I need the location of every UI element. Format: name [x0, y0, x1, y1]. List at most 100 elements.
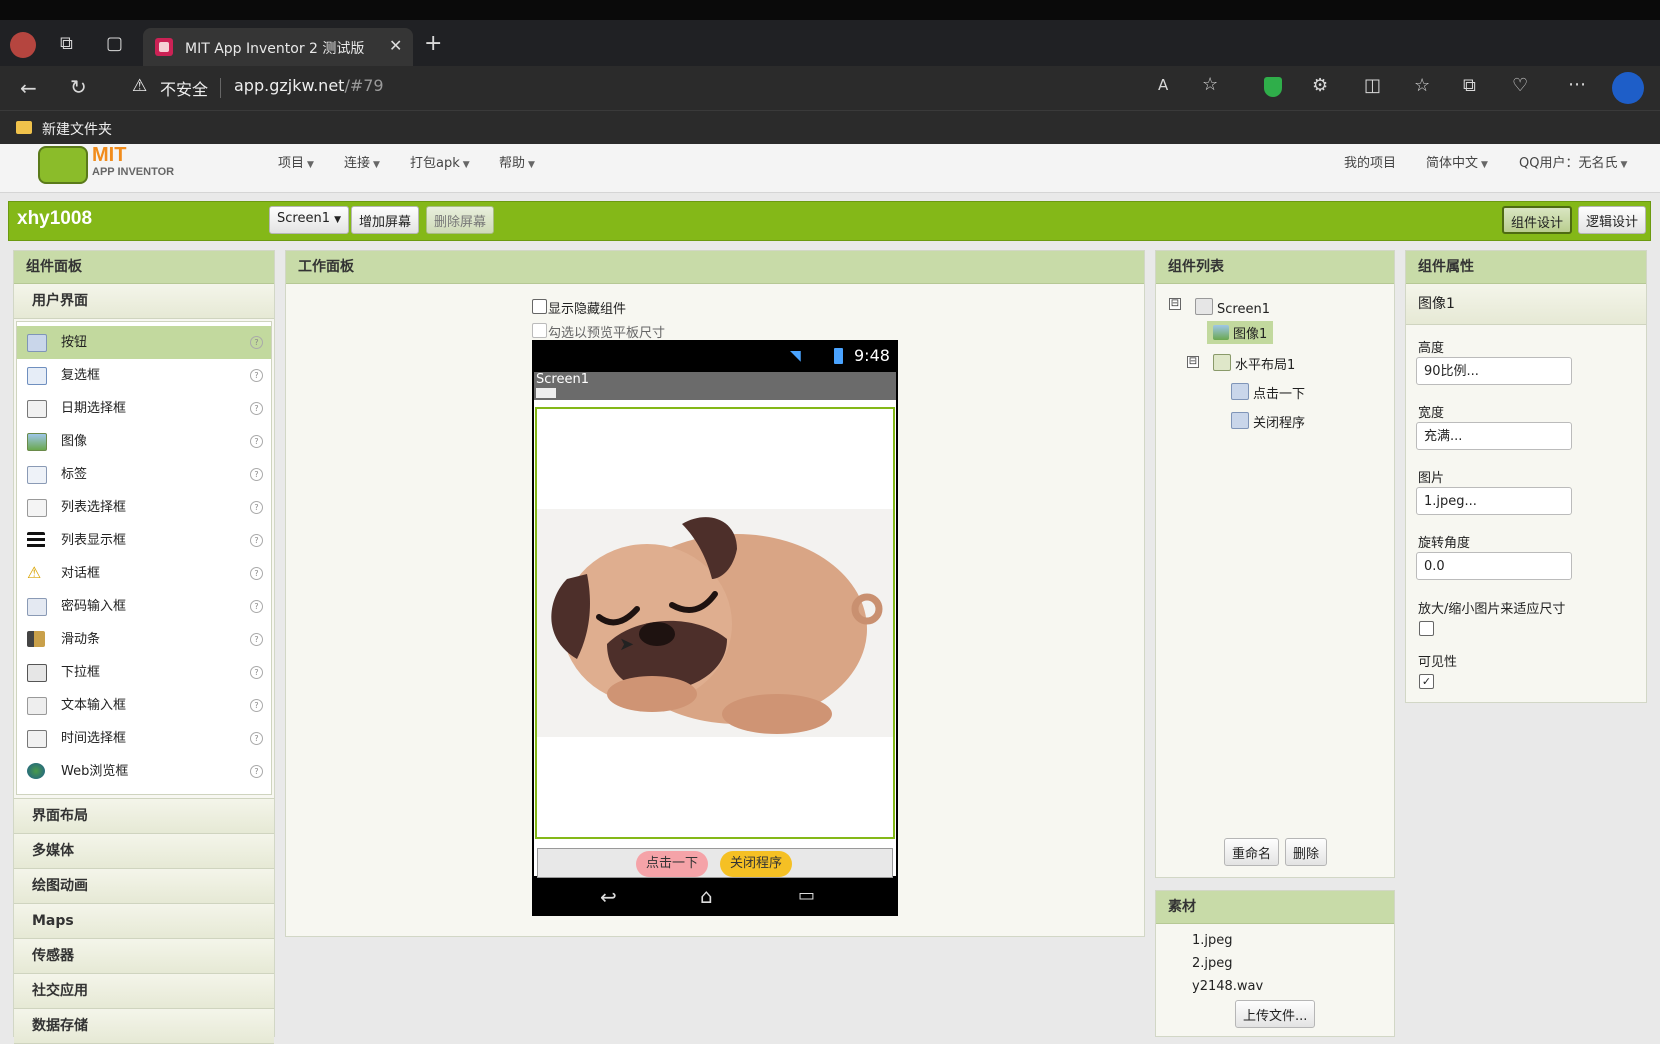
tree-screen1[interactable]: Screen1	[1195, 298, 1270, 317]
more-icon[interactable]: ⋯	[1568, 76, 1586, 94]
help-icon[interactable]: ?	[250, 567, 263, 580]
upload-file-button[interactable]: 上传文件...	[1235, 1000, 1316, 1028]
help-icon[interactable]: ?	[250, 468, 263, 481]
palette-item-passwordtextbox[interactable]: 密码输入框 ?	[17, 590, 271, 623]
palette-item-button[interactable]: 按钮 ?	[17, 326, 271, 359]
collapse-layout-icon[interactable]: ⊟	[1187, 356, 1199, 368]
help-icon[interactable]: ?	[250, 501, 263, 514]
help-icon[interactable]: ?	[250, 633, 263, 646]
help-icon[interactable]: ?	[250, 336, 263, 349]
close-tab-icon[interactable]: ✕	[389, 36, 402, 55]
palette-item-label: 对话框	[61, 566, 101, 581]
palette-item-label: 密码输入框	[61, 599, 127, 614]
help-icon[interactable]: ?	[250, 732, 263, 745]
refresh-icon[interactable]: ↻	[70, 77, 87, 97]
read-aloud-icon[interactable]: A	[1158, 78, 1168, 93]
palette-item-label: 滑动条	[61, 632, 101, 647]
section-user-interface[interactable]: 用户界面	[14, 284, 274, 319]
extensions-icon[interactable]: ⚙	[1312, 77, 1328, 95]
tree-button1[interactable]: 点击一下	[1231, 383, 1305, 402]
collapse-screen1-icon[interactable]: ⊟	[1169, 298, 1181, 310]
height-input[interactable]: 90比例...	[1416, 357, 1572, 385]
help-icon[interactable]: ?	[250, 402, 263, 415]
new-tab-icon[interactable]: +	[424, 33, 442, 55]
help-icon[interactable]: ?	[250, 699, 263, 712]
palette-item-listpicker[interactable]: 列表选择框 ?	[17, 491, 271, 524]
blocks-button[interactable]: 逻辑设计	[1578, 206, 1647, 234]
help-icon[interactable]: ?	[250, 369, 263, 382]
visible-checkbox[interactable]: ✓	[1419, 674, 1434, 689]
palette-item-slider[interactable]: 滑动条 ?	[17, 623, 271, 656]
back-icon[interactable]: ←	[20, 78, 37, 98]
palette-item-datepicker[interactable]: 日期选择框 ?	[17, 392, 271, 425]
section-maps[interactable]: Maps	[14, 904, 274, 939]
click-button[interactable]: 点击一下	[636, 851, 709, 877]
language-menu[interactable]: 简体中文 ▼	[1426, 152, 1488, 171]
section-social[interactable]: 社交应用	[14, 974, 274, 1009]
help-icon[interactable]: ?	[250, 765, 263, 778]
split-screen-icon[interactable]: ◫	[1364, 77, 1381, 95]
media-file-1[interactable]: 1.jpeg	[1192, 933, 1233, 948]
menu-connect[interactable]: 连接 ▼	[344, 152, 380, 171]
section-drawing[interactable]: 绘图动画	[14, 869, 274, 904]
rotation-input[interactable]: 0.0	[1416, 552, 1572, 580]
tree-image1[interactable]: 图像1	[1207, 321, 1274, 344]
width-input[interactable]: 充满...	[1416, 422, 1572, 450]
palette-item-label[interactable]: 标签 ?	[17, 458, 271, 491]
media-file-2[interactable]: 2.jpeg	[1192, 956, 1233, 971]
rename-button[interactable]: 重命名	[1224, 838, 1280, 866]
performance-icon[interactable]: ♡	[1512, 77, 1528, 95]
workspaces-icon[interactable]: ⧉	[60, 35, 73, 53]
palette-item-checkbox[interactable]: 复选框 ?	[17, 359, 271, 392]
scale-to-fit-checkbox[interactable]	[1419, 621, 1434, 636]
active-tab[interactable]: MIT App Inventor 2 测试版 ✕	[143, 28, 413, 66]
favorite-star-icon[interactable]: ☆	[1202, 76, 1218, 94]
show-hidden-checkbox[interactable]	[532, 299, 547, 314]
security-label[interactable]: 不安全	[160, 76, 208, 100]
favorites-icon[interactable]: ☆	[1414, 77, 1430, 95]
delete-button[interactable]: 删除	[1285, 838, 1328, 866]
warning-icon: ⚠	[132, 76, 148, 96]
add-screen-button[interactable]: 增加屏幕	[351, 206, 420, 234]
palette-item-textbox[interactable]: 文本输入框 ?	[17, 689, 271, 722]
tree-horizontal-layout1[interactable]: 水平布局1	[1213, 354, 1295, 373]
palette-item-notifier[interactable]: ⚠ 对话框 ?	[17, 557, 271, 590]
image1-component[interactable]	[535, 407, 895, 839]
my-projects-link[interactable]: 我的项目	[1344, 152, 1396, 171]
palette-item-spinner[interactable]: 下拉框 ?	[17, 656, 271, 689]
help-icon[interactable]: ?	[250, 600, 263, 613]
palette-item-image[interactable]: 图像 ?	[17, 425, 271, 458]
bookmark-folder[interactable]: 新建文件夹	[42, 119, 112, 139]
menu-build[interactable]: 打包apk ▼	[410, 152, 470, 171]
menu-help[interactable]: 帮助 ▼	[499, 152, 535, 171]
collections-icon[interactable]: ⧉	[1463, 77, 1476, 95]
section-media[interactable]: 多媒体	[14, 834, 274, 869]
palette-item-label: 下拉框	[61, 665, 101, 680]
close-app-button[interactable]: 关闭程序	[720, 851, 793, 877]
tab-actions-icon[interactable]: ▢	[106, 35, 123, 53]
picture-input[interactable]: 1.jpeg...	[1416, 487, 1572, 515]
media-file-3[interactable]: y2148.wav	[1192, 979, 1263, 994]
help-icon[interactable]: ?	[250, 534, 263, 547]
app-inventor-logo[interactable]: MIT APP INVENTOR	[38, 144, 188, 184]
section-storage[interactable]: 数据存储	[14, 1009, 274, 1044]
screen-select[interactable]: Screen1 ▼	[269, 206, 350, 234]
profile-avatar[interactable]	[10, 32, 36, 58]
designer-button[interactable]: 组件设计	[1502, 206, 1573, 234]
tree-button2[interactable]: 关闭程序	[1231, 412, 1305, 431]
horizontal-layout[interactable]: 点击一下 关闭程序	[537, 848, 893, 878]
copilot-icon[interactable]	[1612, 72, 1644, 104]
user-menu[interactable]: QQ用户：无名氏 ▼	[1519, 152, 1627, 171]
help-icon[interactable]: ?	[250, 666, 263, 679]
address-bar[interactable]: app.gzjkw.net/#79	[234, 76, 384, 95]
shield-icon[interactable]	[1264, 77, 1282, 97]
remove-screen-button[interactable]: 删除屏幕	[426, 206, 495, 234]
help-icon[interactable]: ?	[250, 435, 263, 448]
palette-item-timepicker[interactable]: 时间选择框 ?	[17, 722, 271, 755]
menu-project[interactable]: 项目 ▼	[278, 152, 314, 171]
tablet-preview-checkbox[interactable]	[532, 323, 547, 338]
palette-item-webviewer[interactable]: Web浏览框 ?	[17, 755, 271, 788]
palette-item-listview[interactable]: 列表显示框 ?	[17, 524, 271, 557]
section-layout[interactable]: 界面布局	[14, 798, 274, 834]
section-sensors[interactable]: 传感器	[14, 939, 274, 974]
